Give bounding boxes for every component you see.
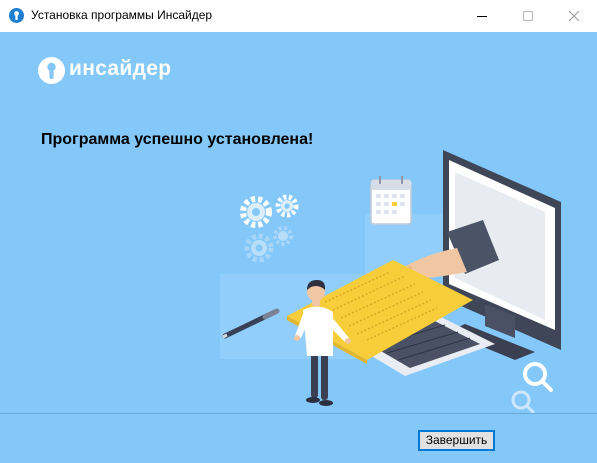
insider-logo-icon — [38, 57, 65, 84]
insider-app-icon — [9, 8, 24, 23]
magnifier-icon — [511, 362, 553, 414]
window-title: Установка программы Инсайдер — [31, 8, 213, 22]
installer-window: Установка программы Инсайдер инсайдер Пр… — [0, 0, 597, 463]
calendar-icon — [370, 176, 412, 225]
installer-content: инсайдер Программа успешно установлена! — [0, 32, 597, 463]
gear-icon — [244, 233, 274, 263]
maximize-button[interactable] — [505, 0, 551, 32]
insider-logo: инсайдер — [38, 56, 178, 86]
maximize-icon — [523, 11, 533, 21]
title-bar[interactable]: Установка программы Инсайдер — [0, 0, 597, 32]
logo-text: инсайдер — [69, 57, 172, 80]
footer-divider — [0, 413, 597, 414]
close-icon — [569, 11, 579, 21]
close-button[interactable] — [551, 0, 597, 32]
gear-icon — [240, 196, 272, 228]
gear-icon — [275, 194, 299, 218]
gear-icon — [273, 226, 293, 246]
minimize-button[interactable] — [459, 0, 505, 32]
installation-illustration — [220, 150, 561, 414]
minimize-icon — [477, 16, 487, 17]
finish-button[interactable]: Завершить — [418, 430, 495, 451]
